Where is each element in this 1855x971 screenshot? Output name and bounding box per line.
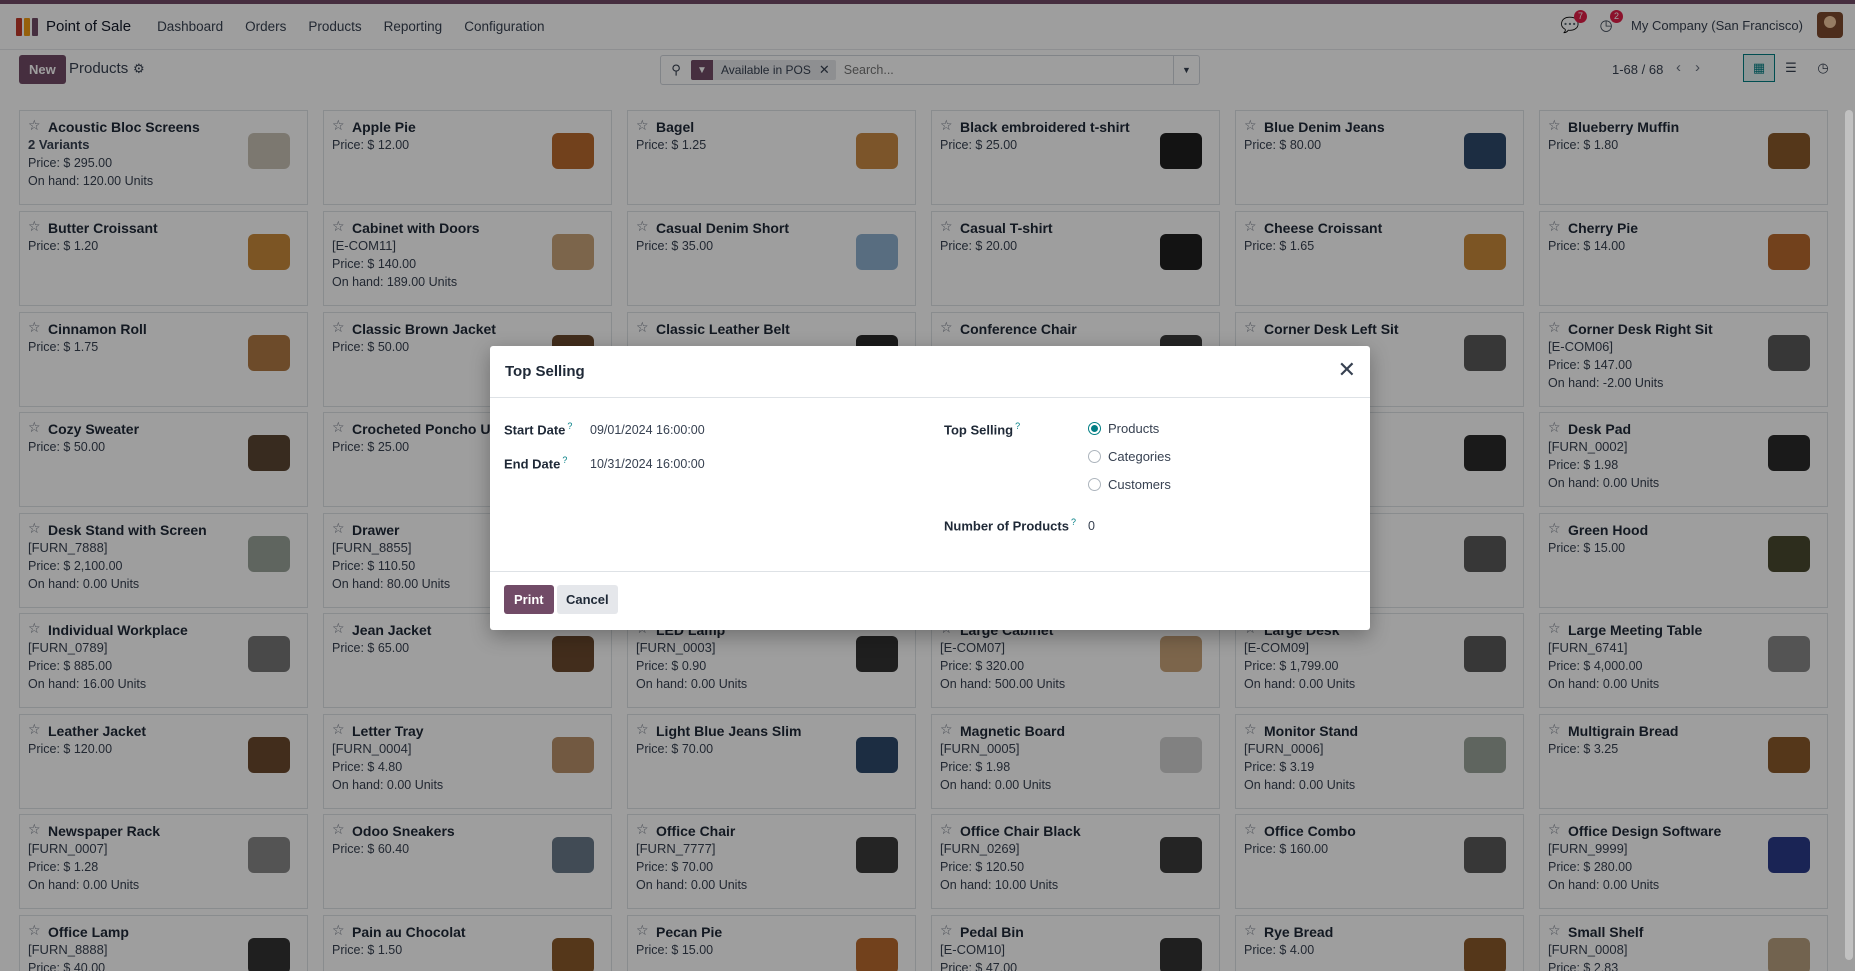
number-of-products-field[interactable]: 0 bbox=[1088, 519, 1095, 533]
close-icon[interactable]: ✕ bbox=[1338, 359, 1356, 381]
help-icon[interactable]: ? bbox=[567, 421, 572, 431]
top-selling-label-text: Top Selling bbox=[944, 422, 1014, 438]
top-selling-label: Top Selling? bbox=[944, 421, 1020, 437]
end-date-label: End Date? bbox=[504, 455, 567, 471]
start-date-label: Start Date? bbox=[504, 421, 572, 437]
end-date-field[interactable]: 10/31/2024 16:00:00 bbox=[590, 457, 705, 471]
help-icon[interactable]: ? bbox=[1071, 517, 1076, 527]
number-of-products-label-text: Number of Products bbox=[944, 518, 1069, 534]
radio-customers[interactable]: Customers bbox=[1088, 477, 1171, 492]
radio-unchecked-icon bbox=[1088, 450, 1101, 463]
radio-products[interactable]: Products bbox=[1088, 421, 1159, 436]
help-icon[interactable]: ? bbox=[562, 455, 567, 465]
radio-categories-label: Categories bbox=[1108, 449, 1171, 464]
radio-customers-label: Customers bbox=[1108, 477, 1171, 492]
end-date-label-text: End Date bbox=[504, 456, 561, 472]
dialog-title: Top Selling bbox=[505, 363, 585, 380]
help-icon[interactable]: ? bbox=[1015, 421, 1020, 431]
print-button[interactable]: Print bbox=[504, 585, 554, 614]
top-selling-dialog: Top Selling ✕ Start Date? 09/01/2024 16:… bbox=[490, 346, 1370, 630]
radio-unchecked-icon bbox=[1088, 478, 1101, 491]
radio-products-label: Products bbox=[1108, 421, 1160, 436]
dialog-header: Top Selling ✕ bbox=[490, 346, 1370, 398]
scrollbar[interactable] bbox=[1845, 110, 1853, 960]
radio-categories[interactable]: Categories bbox=[1088, 449, 1171, 464]
start-date-label-text: Start Date bbox=[504, 422, 566, 438]
number-of-products-label: Number of Products? bbox=[944, 517, 1076, 533]
cancel-button[interactable]: Cancel bbox=[557, 585, 618, 614]
dialog-footer: Print Cancel bbox=[490, 571, 1370, 630]
start-date-field[interactable]: 09/01/2024 16:00:00 bbox=[590, 423, 705, 437]
backdrop-top bbox=[0, 0, 1855, 96]
radio-checked-icon bbox=[1088, 422, 1101, 435]
